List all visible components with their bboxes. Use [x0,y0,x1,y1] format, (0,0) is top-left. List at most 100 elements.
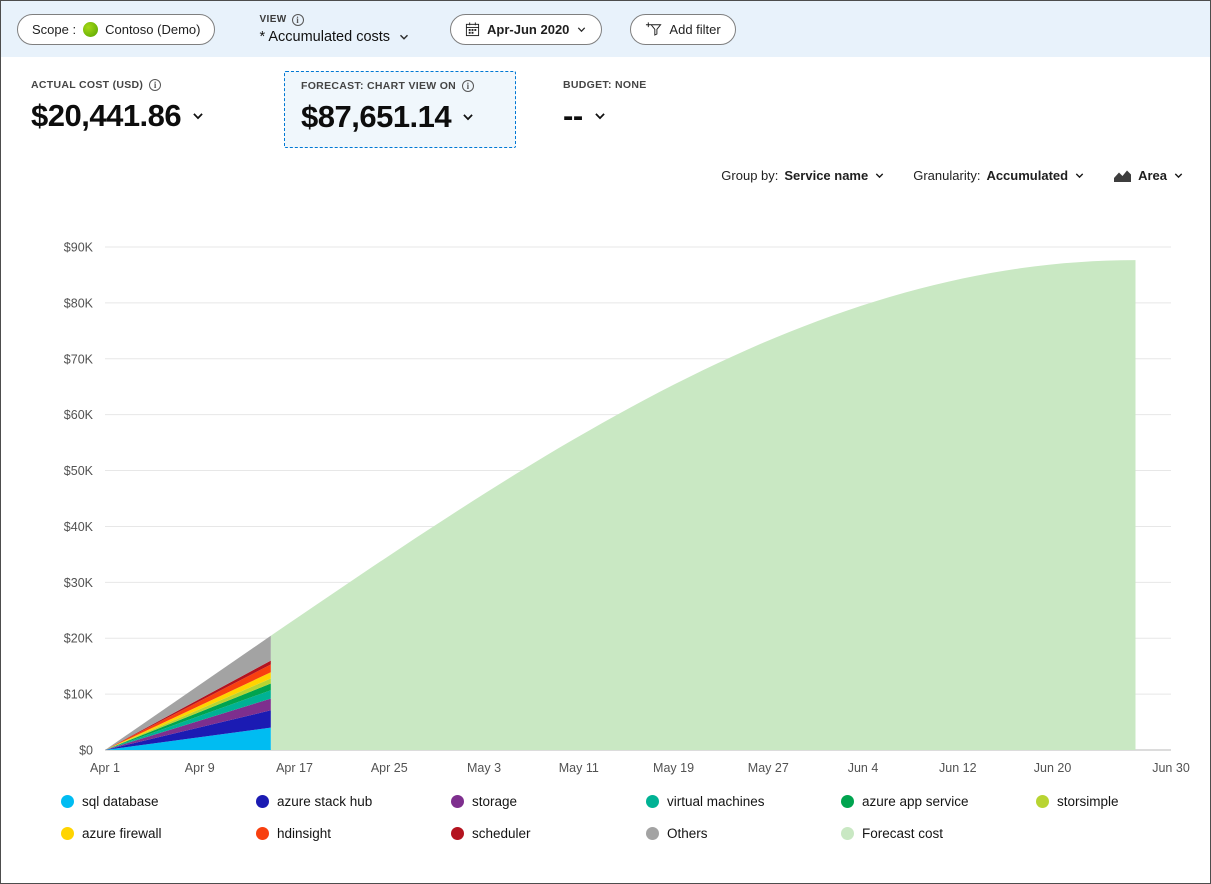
legend-item-storsimple[interactable]: storsimple [1036,794,1211,809]
budget-value: -- [563,98,583,134]
info-icon: i [292,14,304,26]
legend-item-hdinsight[interactable]: hdinsight [256,826,451,841]
legend-swatch-icon [451,827,464,840]
forecast-cost-dropdown[interactable]: $87,651.14 [301,99,499,135]
legend-label: azure app service [862,794,969,809]
budget-dropdown[interactable]: -- [563,98,647,134]
view-label: VIEW [259,14,286,25]
budget-label: BUDGET: NONE [563,79,647,91]
legend-item-azure-stack-hub[interactable]: azure stack hub [256,794,451,809]
x-axis-tick-label: Apr 17 [276,761,313,775]
forecast-area [271,260,1136,750]
x-axis-tick-label: Jun 12 [939,761,977,775]
cost-area-chart: $0 $10K $20K $30K $40K $50K $60K $70K $80K $90K Ap… [13,227,1193,779]
add-filter-icon [645,21,662,37]
x-axis-tick-label: May 3 [467,761,501,775]
chart-legend: sql databaseazure stack hub storage virtua… [61,794,1210,841]
chevron-down-icon [191,109,205,123]
contoso-logo-icon [83,22,98,37]
chevron-down-icon [1074,170,1085,181]
x-axis-tick-label: Jun 30 [1152,761,1190,775]
forecast-cost-value: $87,651.14 [301,99,451,135]
scope-label: Scope : [32,22,76,37]
legend-item-others[interactable]: Others [646,826,841,841]
forecast-cost-label: FORECAST: CHART VIEW ON [301,80,456,92]
group-by-dropdown[interactable]: Group by: Service name [721,168,885,183]
y-axis-tick-label: $50K [64,464,94,478]
x-axis-tick-label: Jun 20 [1034,761,1072,775]
budget-kpi: BUDGET: NONE -- [563,71,647,134]
chevron-down-icon [874,170,885,181]
granularity-label: Granularity: [913,168,980,183]
y-axis-tick-label: $10K [64,688,94,702]
legend-item-storage[interactable]: storage [451,794,646,809]
area-chart-icon [1113,169,1132,183]
y-axis-tick-label: $40K [64,520,94,534]
chevron-down-icon [398,31,410,43]
legend-item-sql-database[interactable]: sql database [61,794,256,809]
actual-cost-kpi: ACTUAL COST (USD) i $20,441.86 [31,71,284,134]
legend-swatch-icon [61,827,74,840]
legend-swatch-icon [256,827,269,840]
y-axis-tick-label: $20K [64,632,94,646]
x-axis-tick-label: Apr 9 [185,761,215,775]
chevron-down-icon [461,110,475,124]
y-axis-tick-label: $70K [64,352,94,366]
chevron-down-icon [593,109,607,123]
x-axis-tick-label: Apr 25 [371,761,408,775]
chart-type-value: Area [1138,168,1167,183]
granularity-value: Accumulated [986,168,1068,183]
legend-swatch-icon [646,795,659,808]
x-axis-tick-label: May 19 [653,761,694,775]
cost-summary-row: ACTUAL COST (USD) i $20,441.86 FORECAST:… [31,71,1210,148]
view-picker[interactable]: VIEW i * Accumulated costs [259,14,410,45]
legend-item-forecast-cost[interactable]: Forecast cost [841,826,1036,841]
chevron-down-icon [1173,170,1184,181]
legend-item-scheduler[interactable]: scheduler [451,826,646,841]
granularity-dropdown[interactable]: Granularity: Accumulated [913,168,1085,183]
legend-swatch-icon [61,795,74,808]
forecast-cost-kpi: FORECAST: CHART VIEW ON i $87,651.14 [284,71,516,148]
actual-cost-label: ACTUAL COST (USD) [31,79,143,91]
chart-area: $0 $10K $20K $30K $40K $50K $60K $70K $80K $90K Ap… [13,227,1210,784]
chart-type-dropdown[interactable]: Area [1113,168,1184,183]
y-axis-tick-label: $0 [79,744,93,758]
x-axis-tick-label: Jun 4 [848,761,879,775]
y-axis-tick-label: $90K [64,241,94,255]
actual-cost-dropdown[interactable]: $20,441.86 [31,98,284,134]
group-by-label: Group by: [721,168,778,183]
legend-swatch-icon [451,795,464,808]
legend-swatch-icon [841,795,854,808]
calendar-icon [465,22,480,37]
x-axis-tick-label: May 27 [748,761,789,775]
command-bar: Scope : Contoso (Demo) VIEW i * Accumula… [1,1,1210,57]
legend-label: hdinsight [277,826,331,841]
legend-label: azure firewall [82,826,162,841]
info-icon: i [462,80,474,92]
scope-picker[interactable]: Scope : Contoso (Demo) [17,14,215,45]
legend-swatch-icon [1036,795,1049,808]
legend-label: scheduler [472,826,531,841]
legend-label: Others [667,826,708,841]
date-range-picker[interactable]: Apr-Jun 2020 [450,14,602,45]
legend-label: Forecast cost [862,826,943,841]
chevron-down-icon [576,24,587,35]
y-axis-tick-label: $60K [64,408,94,422]
view-value: * Accumulated costs [259,29,390,45]
chart-controls-row: Group by: Service name Granularity: Accu… [1,168,1184,183]
actual-cost-value: $20,441.86 [31,98,181,134]
legend-label: storage [472,794,517,809]
scope-value: Contoso (Demo) [105,22,200,37]
y-axis-tick-label: $80K [64,296,94,310]
legend-swatch-icon [841,827,854,840]
group-by-value: Service name [784,168,868,183]
info-icon: i [149,79,161,91]
legend-swatch-icon [256,795,269,808]
legend-item-azure-app-service[interactable]: azure app service [841,794,1036,809]
y-axis-tick-label: $30K [64,576,94,590]
x-axis-tick-label: May 11 [559,761,599,775]
legend-item-virtual-machines[interactable]: virtual machines [646,794,841,809]
legend-item-azure-firewall[interactable]: azure firewall [61,826,256,841]
date-range-value: Apr-Jun 2020 [487,22,569,37]
add-filter-button[interactable]: Add filter [630,14,735,45]
